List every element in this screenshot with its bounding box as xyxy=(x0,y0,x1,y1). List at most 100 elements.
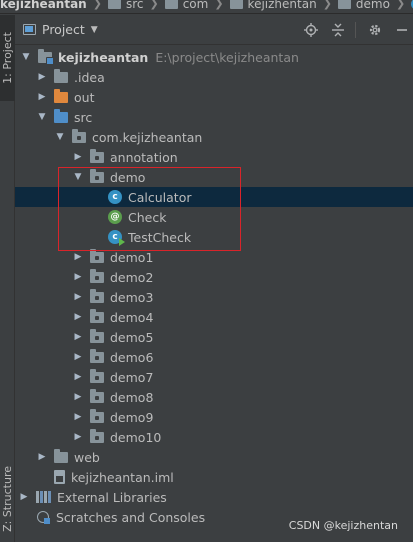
package-icon xyxy=(90,348,104,363)
tree-node-label: Scratches and Consoles xyxy=(56,509,206,525)
tree-node-idea[interactable]: ▶ .idea xyxy=(15,67,413,87)
collapsed-arrow-icon[interactable]: ▶ xyxy=(72,411,84,423)
package-icon xyxy=(90,168,104,183)
tree-node-demo8[interactable]: ▶ demo8 xyxy=(15,387,413,407)
package-icon xyxy=(90,428,104,443)
tree-node-annotation[interactable]: ▶ annotation xyxy=(15,147,413,167)
view-selector-dropdown[interactable]: Project ▼ xyxy=(23,22,98,37)
collapsed-arrow-icon[interactable]: ▶ xyxy=(72,391,84,403)
tree-node-label: src xyxy=(74,109,93,125)
class-icon: c xyxy=(108,190,122,204)
breadcrumb-item[interactable]: ❯ kejizhentan xyxy=(208,0,317,11)
collapsed-arrow-icon[interactable]: ▶ xyxy=(72,331,84,343)
scratches-icon xyxy=(36,510,50,524)
hide-icon xyxy=(397,29,407,31)
tree-node-label: demo7 xyxy=(110,369,154,385)
collapsed-arrow-icon[interactable]: ▶ xyxy=(72,351,84,363)
tree-node-label: out xyxy=(74,89,95,105)
expanded-arrow-icon[interactable]: ▼ xyxy=(36,111,48,123)
chevron-down-icon: ▼ xyxy=(90,24,98,35)
tab-structure[interactable]: Z: Structure xyxy=(0,455,15,542)
project-tool-window-screen: kejizheantan ❯ src ❯ com ❯ kejizhentan ❯… xyxy=(0,0,413,542)
left-tool-strip: 1: Project Z: Structure xyxy=(0,15,15,542)
tree-node-demo2[interactable]: ▶ demo2 xyxy=(15,267,413,287)
tree-node-label: kejizheantan.iml xyxy=(71,469,174,485)
settings-button[interactable] xyxy=(364,19,386,41)
expanded-arrow-icon[interactable]: ▼ xyxy=(72,171,84,183)
tree-node-label: Calculator xyxy=(128,189,192,205)
excluded-folder-icon xyxy=(54,88,68,103)
tree-node-root-module[interactable]: ▼ kejizheantan E:\project\kejizheantan xyxy=(15,47,413,67)
collapsed-arrow-icon[interactable]: ▶ xyxy=(72,431,84,443)
breadcrumb-separator-icon: ❯ xyxy=(92,0,102,10)
tree-node-check[interactable]: @ Check xyxy=(15,207,413,227)
collapsed-arrow-icon[interactable]: ▶ xyxy=(72,271,84,283)
tab-project[interactable]: 1: Project xyxy=(0,15,15,101)
collapsed-arrow-icon[interactable]: ▶ xyxy=(36,71,48,83)
tree-node-label: demo9 xyxy=(110,409,154,425)
folder-icon xyxy=(229,0,243,9)
tree-node-label: demo4 xyxy=(110,309,154,325)
tree-node-demo[interactable]: ▼ demo xyxy=(15,167,413,187)
breadcrumb-separator-icon: ❯ xyxy=(322,0,332,10)
tree-node-label: .idea xyxy=(74,69,105,85)
tree-node-label: kejizheantan xyxy=(58,49,149,65)
tree-node-label: demo10 xyxy=(110,429,162,445)
expanded-arrow-icon[interactable]: ▼ xyxy=(54,131,66,143)
tree-node-demo9[interactable]: ▶ demo9 xyxy=(15,407,413,427)
tree-node-demo1[interactable]: ▶ demo1 xyxy=(15,247,413,267)
package-icon xyxy=(90,408,104,423)
collapsed-arrow-icon[interactable]: ▶ xyxy=(36,451,48,463)
tree-node-iml[interactable]: kejizheantan.iml xyxy=(15,467,413,487)
breadcrumb-item[interactable]: ❯ c Ca xyxy=(390,0,413,11)
breadcrumb-item[interactable]: ❯ src xyxy=(87,0,143,11)
collapsed-arrow-icon[interactable]: ▶ xyxy=(72,291,84,303)
tree-node-src[interactable]: ▼ src xyxy=(15,107,413,127)
package-icon xyxy=(90,328,104,343)
breadcrumb-separator-icon: ❯ xyxy=(214,0,224,10)
tree-node-label: annotation xyxy=(110,149,178,165)
tree-node-demo10[interactable]: ▶ demo10 xyxy=(15,427,413,447)
collapsed-arrow-icon[interactable]: ▶ xyxy=(72,151,84,163)
gear-icon xyxy=(369,24,381,36)
tree-node-label: demo2 xyxy=(110,269,154,285)
tree-node-label: TestCheck xyxy=(128,229,192,245)
collapsed-arrow-icon[interactable]: ▶ xyxy=(18,491,30,503)
collapse-all-button[interactable] xyxy=(327,19,349,41)
tree-node-label: Check xyxy=(128,209,167,225)
tree-node-demo3[interactable]: ▶ demo3 xyxy=(15,287,413,307)
collapsed-arrow-icon[interactable]: ▶ xyxy=(72,251,84,263)
expanded-arrow-icon[interactable]: ▼ xyxy=(20,51,32,63)
hide-button[interactable] xyxy=(391,19,413,41)
tree-node-label: demo5 xyxy=(110,329,154,345)
tree-node-out[interactable]: ▶ out xyxy=(15,87,413,107)
tree-node-external-libraries[interactable]: ▶ External Libraries xyxy=(15,487,413,507)
source-folder-icon xyxy=(54,108,68,123)
breadcrumb-item[interactable]: ❯ com xyxy=(143,0,208,11)
breadcrumb-label: kejizhentan xyxy=(247,0,317,11)
breadcrumb-label: demo xyxy=(355,0,390,11)
libraries-icon xyxy=(36,491,51,503)
tree-node-demo5[interactable]: ▶ demo5 xyxy=(15,327,413,347)
tree-node-com-kejizheantan[interactable]: ▼ com.kejizheantan xyxy=(15,127,413,147)
collapsed-arrow-icon[interactable]: ▶ xyxy=(72,371,84,383)
package-icon xyxy=(90,368,104,383)
navigation-breadcrumb: kejizheantan ❯ src ❯ com ❯ kejizhentan ❯… xyxy=(0,0,413,14)
collapsed-arrow-icon[interactable]: ▶ xyxy=(72,311,84,323)
tree-node-label: demo8 xyxy=(110,389,154,405)
tree-node-demo6[interactable]: ▶ demo6 xyxy=(15,347,413,367)
tool-window-header: Project ▼ xyxy=(15,15,413,45)
locate-button[interactable] xyxy=(300,19,322,41)
tree-node-testcheck[interactable]: c TestCheck xyxy=(15,227,413,247)
tree-node-demo4[interactable]: ▶ demo4 xyxy=(15,307,413,327)
tree-node-calculator[interactable]: c Calculator xyxy=(15,187,413,207)
collapsed-arrow-icon[interactable]: ▶ xyxy=(36,91,48,103)
package-icon xyxy=(90,248,104,263)
tree-node-web[interactable]: ▶ web xyxy=(15,447,413,467)
folder-icon xyxy=(337,0,351,9)
folder-icon xyxy=(164,0,178,9)
breadcrumb-item[interactable]: kejizheantan xyxy=(0,0,87,11)
tree-node-demo7[interactable]: ▶ demo7 xyxy=(15,367,413,387)
tree-node-label: demo1 xyxy=(110,249,154,265)
breadcrumb-item[interactable]: ❯ demo xyxy=(317,0,390,11)
